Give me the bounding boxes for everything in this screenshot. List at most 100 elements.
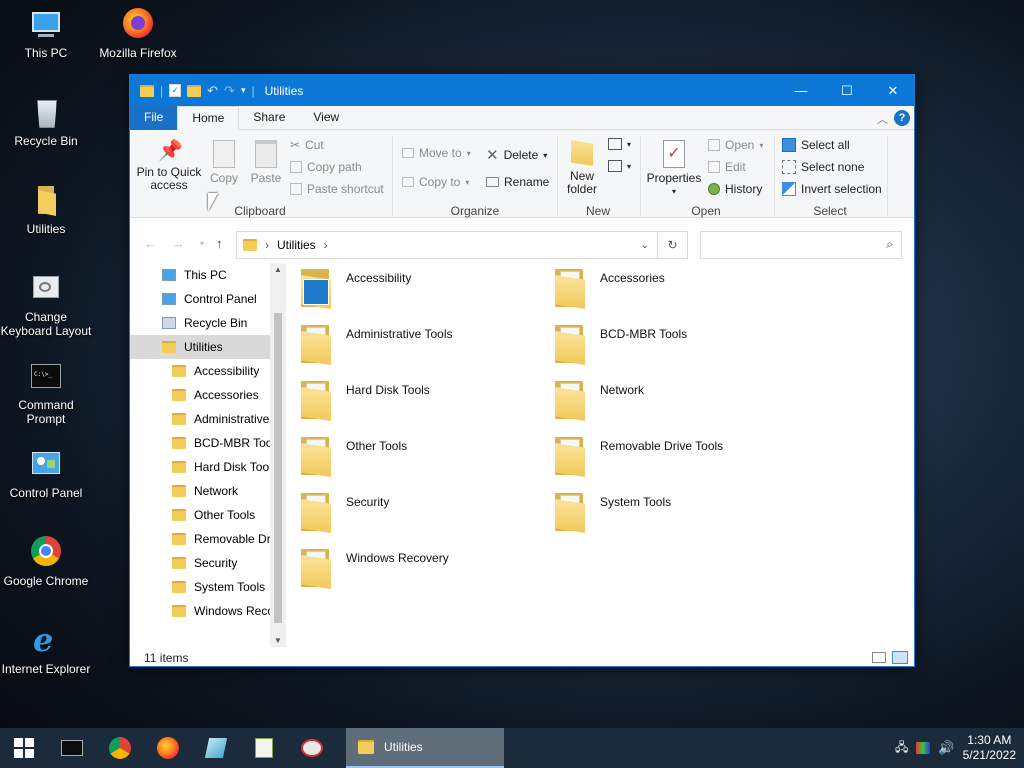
nav-item[interactable]: Hard Disk Tools <box>130 455 286 479</box>
move-to-button[interactable]: Move to ▾ <box>402 146 471 160</box>
copy-to-button[interactable]: Copy to ▾ <box>402 175 469 189</box>
desktop-icon-chrome[interactable]: Google Chrome <box>0 536 92 588</box>
nav-item[interactable]: Other Tools <box>130 503 286 527</box>
folder-item[interactable]: Windows Recovery <box>300 545 540 593</box>
forward-button[interactable]: → <box>172 236 185 251</box>
nav-item[interactable]: Control Panel <box>130 287 286 311</box>
nav-scrollbar[interactable]: ▲ ▼ <box>270 263 286 647</box>
delete-button[interactable]: ✕ Delete ▾ <box>486 146 547 164</box>
nav-item[interactable]: This PC <box>130 263 286 287</box>
search-box[interactable]: ⌕ <box>700 231 902 259</box>
folder-item[interactable]: System Tools <box>554 489 794 537</box>
network-icon[interactable]: 🖧 <box>895 738 908 759</box>
maximize-button[interactable]: ☐ <box>824 75 870 106</box>
clock[interactable]: 1:30 AM 5/21/2022 <box>963 733 1016 763</box>
cut-button[interactable]: ✂ Cut <box>290 138 324 152</box>
folder-item[interactable]: BCD-MBR Tools <box>554 321 794 369</box>
new-folder-icon[interactable] <box>187 84 202 97</box>
taskbar-explorer-utilities[interactable]: Utilities <box>346 728 504 768</box>
properties-icon[interactable]: ✓ <box>169 84 182 97</box>
search-input[interactable] <box>705 233 875 257</box>
tab-view[interactable]: View <box>299 106 354 130</box>
tab-home[interactable]: Home <box>177 106 240 130</box>
recent-locations-button[interactable]: ▾ <box>200 239 204 248</box>
copy-button[interactable]: Copy <box>206 140 242 185</box>
folder-icon <box>29 184 63 218</box>
copy-path-button[interactable]: Copy path <box>290 160 362 174</box>
close-button[interactable]: ✕ <box>870 75 916 106</box>
paste-shortcut-button[interactable]: Paste shortcut <box>290 182 384 196</box>
taskbar-notepad[interactable] <box>240 728 288 768</box>
address-dropdown-icon[interactable]: ⌄ <box>641 240 649 251</box>
folder-item[interactable]: Hard Disk Tools <box>300 377 540 425</box>
rename-button[interactable]: Rename <box>486 175 549 189</box>
nav-item[interactable]: BCD-MBR Tool <box>130 431 286 455</box>
desktop-icon-keyboard-layout[interactable]: Change Keyboard Layout <box>0 272 92 338</box>
customize-toolbar-icon[interactable]: ▾ <box>241 85 246 96</box>
tab-share[interactable]: Share <box>239 106 300 130</box>
new-folder-button[interactable]: New folder <box>562 140 602 196</box>
desktop-icon-command-prompt[interactable]: C:\>_ Command Prompt <box>0 360 92 426</box>
properties-button[interactable]: ✓ Properties ▾ <box>644 140 704 198</box>
desktop-icon-control-panel[interactable]: Control Panel <box>0 448 92 500</box>
nav-item[interactable]: System Tools <box>130 575 286 599</box>
edit-button[interactable]: Edit <box>708 160 746 174</box>
history-button[interactable]: History <box>708 182 762 196</box>
desktop-icon-this-pc[interactable]: This PC <box>0 8 92 60</box>
folder-item[interactable]: Administrative Tools <box>300 321 540 369</box>
folder-item[interactable]: Accessibility <box>300 265 540 313</box>
address-bar[interactable]: › Utilities › ⌄ <box>236 231 658 259</box>
nav-item[interactable]: Utilities <box>130 335 286 359</box>
invert-selection-button[interactable]: Invert selection <box>782 182 882 196</box>
back-button[interactable]: ← <box>144 236 157 251</box>
pin-to-quick-access-button[interactable]: 📌 Pin to Quick access <box>136 140 202 192</box>
undo-icon[interactable]: ↶ <box>207 83 218 99</box>
nav-item[interactable]: Removable Dri <box>130 527 286 551</box>
desktop-icon-recycle-bin[interactable]: Recycle Bin <box>0 96 92 148</box>
taskbar-tool[interactable] <box>288 728 336 768</box>
tab-file[interactable]: File <box>130 106 178 130</box>
easy-access-button[interactable]: ▾ <box>608 160 631 172</box>
nav-item[interactable]: Windows Reco <box>130 599 286 623</box>
volume-icon[interactable]: 🔊 <box>938 740 954 756</box>
taskbar-chrome[interactable] <box>96 728 144 768</box>
details-view-icon[interactable] <box>872 652 886 663</box>
scroll-down-icon[interactable]: ▼ <box>274 636 282 645</box>
taskbar-command-prompt[interactable] <box>48 728 96 768</box>
desktop-icon-utilities[interactable]: Utilities <box>0 184 92 236</box>
nav-item[interactable]: Security <box>130 551 286 575</box>
taskbar-firefox[interactable] <box>144 728 192 768</box>
start-button[interactable] <box>0 728 48 768</box>
color-icon[interactable] <box>916 742 931 754</box>
folder-item[interactable]: Removable Drive Tools <box>554 433 794 481</box>
nav-item[interactable]: Accessories <box>130 383 286 407</box>
breadcrumb-utilities[interactable]: Utilities <box>277 238 316 252</box>
collapse-ribbon-icon[interactable]: ︿ <box>877 111 888 127</box>
refresh-button[interactable]: ↻ <box>658 231 688 259</box>
help-icon[interactable]: ? <box>894 110 910 126</box>
folder-item[interactable]: Security <box>300 489 540 537</box>
folder-item[interactable]: Network <box>554 377 794 425</box>
new-item-button[interactable]: ▾ <box>608 138 631 150</box>
nav-item[interactable]: Network <box>130 479 286 503</box>
minimize-button[interactable]: — <box>778 75 824 106</box>
redo-icon[interactable]: ↷ <box>224 83 235 99</box>
paste-button[interactable]: Paste <box>248 140 284 185</box>
nav-item[interactable]: Accessibility <box>130 359 286 383</box>
explorer-window[interactable]: | ✓ ↶ ↷ ▾ | Utilities — ☐ ✕ File Home Sh… <box>129 74 915 667</box>
desktop-icon-internet-explorer[interactable]: e Internet Explorer <box>0 624 92 676</box>
desktop-icon-firefox[interactable]: Mozilla Firefox <box>92 8 184 60</box>
nav-item[interactable]: Administrative <box>130 407 286 431</box>
title-bar[interactable]: | ✓ ↶ ↷ ▾ | Utilities — ☐ ✕ <box>130 75 914 106</box>
select-all-button[interactable]: Select all <box>782 138 850 152</box>
scroll-thumb[interactable] <box>274 313 282 623</box>
taskbar-app[interactable] <box>192 728 240 768</box>
large-icons-view-icon[interactable] <box>892 651 908 664</box>
select-none-button[interactable]: Select none <box>782 160 864 174</box>
folder-item[interactable]: Other Tools <box>300 433 540 481</box>
open-button[interactable]: Open ▾ <box>708 138 763 152</box>
folder-item[interactable]: Accessories <box>554 265 794 313</box>
nav-item[interactable]: Recycle Bin <box>130 311 286 335</box>
up-button[interactable]: ↑ <box>216 236 223 251</box>
scroll-up-icon[interactable]: ▲ <box>274 265 282 274</box>
